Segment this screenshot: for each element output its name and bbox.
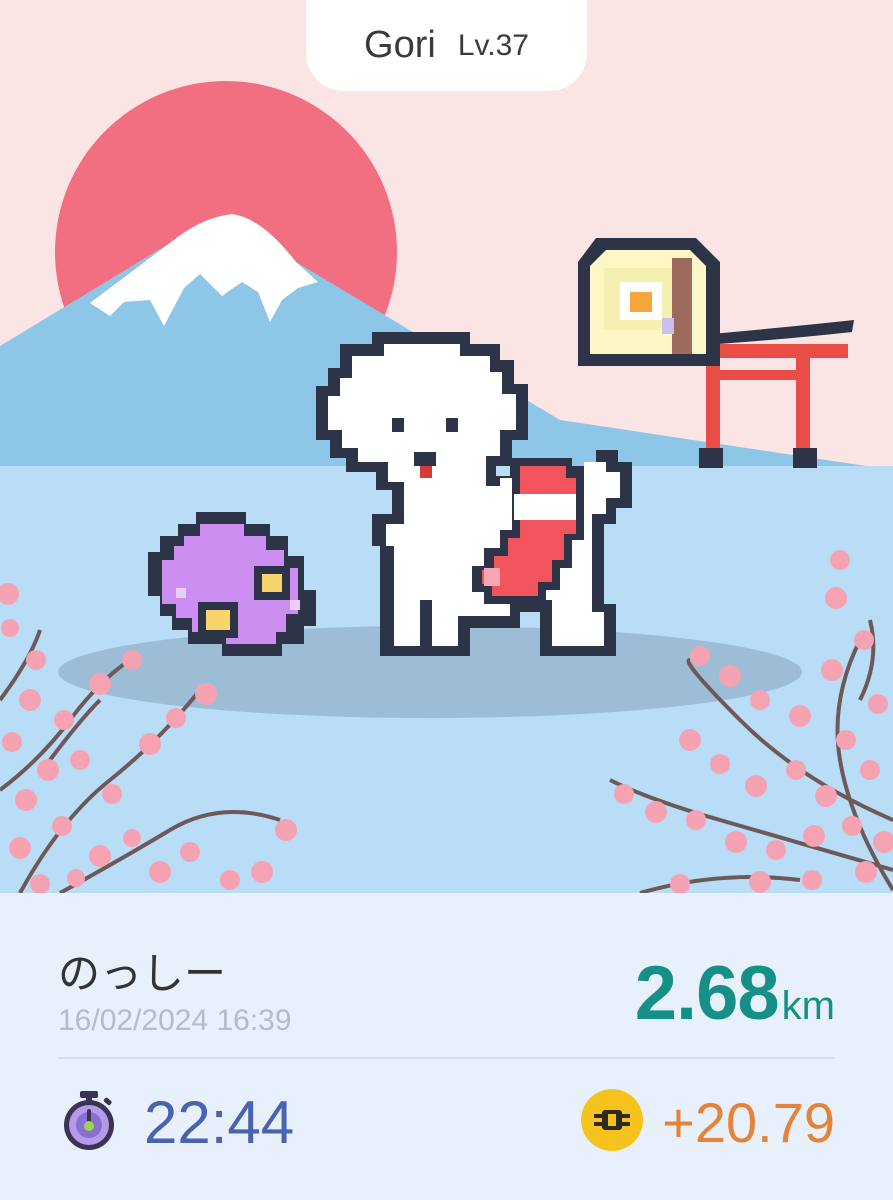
duration-stat: 22:44 bbox=[58, 1088, 294, 1157]
token-coin-icon bbox=[580, 1088, 644, 1157]
walk-title: のっしー bbox=[58, 949, 227, 998]
duration-value: 22:44 bbox=[144, 1089, 295, 1156]
walk-date: 16/02/2024 16:39 bbox=[58, 1004, 292, 1037]
pet-level: Lv.37 bbox=[457, 28, 529, 62]
earned-stat: +20.79 bbox=[580, 1088, 835, 1157]
distance-unit: km bbox=[781, 984, 835, 1028]
distance-value: 2.68 bbox=[634, 951, 780, 1036]
pet-header: Gori Lv.37 bbox=[306, 0, 587, 91]
pet-name: Gori bbox=[364, 24, 436, 66]
toast-item bbox=[578, 238, 720, 366]
walk-distance: 2.68 km bbox=[635, 950, 835, 1037]
divider bbox=[58, 1057, 835, 1059]
pet-scene bbox=[0, 0, 893, 893]
stopwatch-icon bbox=[58, 1089, 120, 1156]
earned-value: +20.79 bbox=[662, 1091, 835, 1154]
